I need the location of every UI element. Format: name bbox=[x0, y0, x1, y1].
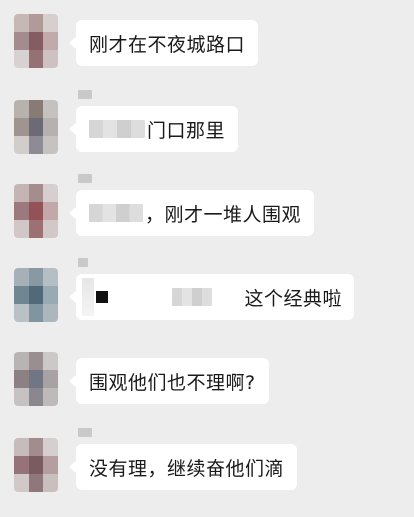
redacted-text bbox=[89, 204, 143, 222]
sender-name-redacted bbox=[78, 258, 88, 267]
message-text: 围观他们也不理啊? bbox=[89, 371, 256, 394]
avatar-pixel bbox=[28, 136, 44, 154]
avatar[interactable] bbox=[14, 352, 58, 406]
message-bubble[interactable]: 没有理，继续奋他们滴 bbox=[68, 444, 298, 490]
avatar-pixel bbox=[28, 370, 44, 388]
avatar-pixel bbox=[43, 370, 58, 388]
avatar-pixel bbox=[14, 286, 29, 304]
message-bubble[interactable]: 这个经典啦 bbox=[69, 274, 354, 320]
avatar-pixel bbox=[28, 438, 44, 456]
avatar-pixel bbox=[28, 220, 44, 238]
avatar-pixel bbox=[14, 388, 29, 406]
avatar-pixel bbox=[14, 14, 29, 32]
avatar-pixel bbox=[28, 118, 44, 136]
avatar-pixel bbox=[43, 286, 58, 304]
redacted-group bbox=[88, 288, 214, 306]
avatar-pixel bbox=[28, 304, 44, 322]
avatar-pixel bbox=[14, 136, 29, 154]
avatar-pixel bbox=[28, 50, 44, 68]
message-bubble[interactable]: 围观他们也不理啊? bbox=[69, 358, 269, 404]
avatar-pixel bbox=[28, 184, 44, 202]
message-text: 没有理，继续奋他们滴 bbox=[89, 457, 285, 480]
avatar-pixel bbox=[43, 50, 58, 68]
avatar-pixel bbox=[14, 456, 29, 474]
avatar-pixel bbox=[43, 456, 58, 474]
sender-name-redacted bbox=[78, 428, 92, 437]
avatar-pixel bbox=[14, 220, 29, 238]
avatar-pixel bbox=[43, 474, 58, 492]
avatar-pixel bbox=[14, 370, 29, 388]
avatar[interactable] bbox=[14, 100, 58, 154]
avatar-pixel bbox=[14, 268, 29, 286]
message-text: 这个经典啦 bbox=[244, 287, 342, 310]
avatar[interactable] bbox=[14, 438, 58, 492]
avatar[interactable] bbox=[14, 14, 58, 68]
avatar-pixel bbox=[28, 14, 44, 32]
avatar-pixel bbox=[28, 474, 44, 492]
avatar-pixel bbox=[28, 268, 44, 286]
avatar-pixel bbox=[43, 268, 58, 286]
avatar-pixel bbox=[14, 100, 29, 118]
message-bubble[interactable]: 门口那里 bbox=[68, 106, 239, 152]
message-text: 刚才在不夜城路口 bbox=[89, 33, 246, 56]
avatar-pixel bbox=[43, 118, 58, 136]
redaction-square-icon bbox=[96, 291, 108, 303]
avatar-pixel bbox=[14, 352, 29, 370]
sender-name-redacted bbox=[78, 90, 92, 99]
sender-name-redacted bbox=[78, 174, 92, 183]
redacted-text bbox=[89, 120, 145, 138]
avatar-pixel bbox=[43, 304, 58, 322]
avatar-pixel bbox=[28, 456, 44, 474]
avatar-pixel bbox=[28, 202, 44, 220]
avatar-pixel bbox=[28, 388, 44, 406]
avatar-pixel bbox=[43, 438, 58, 456]
avatar-pixel bbox=[14, 184, 29, 202]
avatar-pixel bbox=[28, 286, 44, 304]
avatar[interactable] bbox=[14, 184, 58, 238]
message-text: 门口那里 bbox=[147, 119, 226, 142]
avatar-pixel bbox=[28, 32, 44, 50]
avatar-pixel bbox=[14, 304, 29, 322]
message-text: ，刚才一堆人围观 bbox=[145, 203, 302, 226]
avatar-pixel bbox=[28, 352, 44, 370]
avatar-pixel bbox=[14, 50, 29, 68]
avatar[interactable] bbox=[14, 268, 58, 322]
avatar-pixel bbox=[43, 32, 58, 50]
avatar-pixel bbox=[14, 438, 29, 456]
avatar-pixel bbox=[43, 14, 58, 32]
redacted-text bbox=[82, 278, 94, 316]
redacted-text bbox=[172, 288, 212, 306]
avatar-pixel bbox=[43, 184, 58, 202]
avatar-pixel bbox=[43, 220, 58, 238]
message-bubble[interactable]: 刚才在不夜城路口 bbox=[68, 20, 259, 66]
chat-message-list: 刚才在不夜城路口 门口那里 ，刚才一堆人围观 这个经典啦 围观他们也不理啊? 没… bbox=[0, 0, 414, 517]
avatar-pixel bbox=[43, 352, 58, 370]
message-bubble[interactable]: ，刚才一堆人围观 bbox=[68, 190, 315, 236]
avatar-pixel bbox=[14, 202, 29, 220]
avatar-pixel bbox=[43, 202, 58, 220]
avatar-pixel bbox=[43, 136, 58, 154]
avatar-pixel bbox=[43, 100, 58, 118]
avatar-pixel bbox=[28, 100, 44, 118]
avatar-pixel bbox=[43, 388, 58, 406]
avatar-pixel bbox=[14, 32, 29, 50]
avatar-pixel bbox=[14, 474, 29, 492]
avatar-pixel bbox=[14, 118, 29, 136]
